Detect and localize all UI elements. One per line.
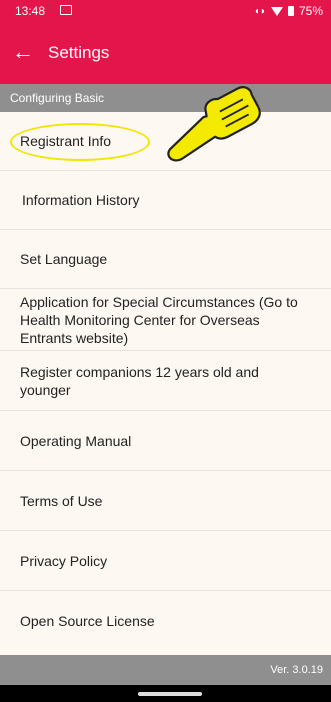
set-language-item[interactable]: Set Language (0, 230, 331, 289)
list-item-label: Register companions 12 years old and you… (20, 363, 259, 398)
list-item-label: Open Source License (20, 613, 155, 629)
version-footer: Ver. 3.0.19 (0, 655, 331, 685)
version-label: Ver. 3.0.19 (270, 664, 323, 676)
app-bar: ← Settings (0, 22, 331, 84)
settings-list: Registrant Info Information History Set … (0, 112, 331, 651)
special-circumstances-item[interactable]: Application for Special Circumstances (G… (0, 289, 331, 351)
privacy-policy-item[interactable]: Privacy Policy (0, 531, 331, 591)
status-icons: ◖◗ 75% (254, 4, 323, 18)
terms-of-use-item[interactable]: Terms of Use (0, 471, 331, 531)
page-title: Settings (48, 43, 110, 62)
home-gesture-pill[interactable] (138, 692, 202, 696)
list-item-label: Privacy Policy (20, 552, 108, 569)
status-bar: 13:48 ◖◗ 75% (0, 0, 331, 22)
information-history-item[interactable]: Information History (0, 171, 331, 230)
list-item-label: Terms of Use (20, 492, 103, 509)
battery-percent: 75% (298, 4, 323, 18)
open-source-license-item[interactable]: Open Source License (0, 591, 331, 651)
highlight-ellipse (10, 123, 150, 161)
system-nav-bar (0, 685, 331, 702)
arrow-left-icon[interactable]: ← (12, 41, 34, 63)
settings-screen: 13:48 ◖◗ 75% ← Settings Configuring Basi… (0, 0, 331, 702)
list-item-label: Application for Special Circumstances (G… (20, 293, 298, 346)
cast-icon (60, 5, 72, 15)
pointing-hand-icon (167, 86, 261, 162)
register-companions-item[interactable]: Register companions 12 years old and you… (0, 351, 331, 411)
status-time: 13:48 (15, 4, 46, 18)
list-item-label: Set Language (20, 251, 108, 267)
operating-manual-item[interactable]: Operating Manual (0, 411, 331, 471)
battery-icon (287, 6, 294, 16)
list-item-label: Information History (22, 192, 140, 208)
wifi-icon (270, 6, 283, 16)
vibrate-icon: ◖◗ (253, 5, 266, 17)
list-item-label: Operating Manual (20, 432, 132, 449)
